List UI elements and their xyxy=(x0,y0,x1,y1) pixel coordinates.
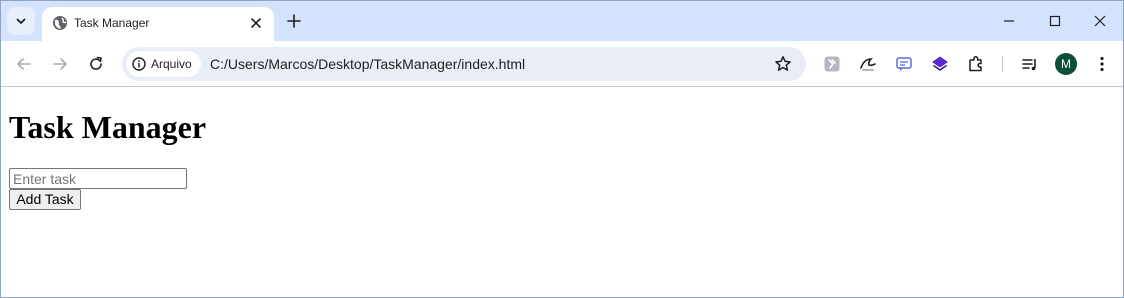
tab-title: Task Manager xyxy=(74,16,150,30)
minimize-icon xyxy=(1004,20,1014,22)
tab-search-button[interactable] xyxy=(7,7,35,35)
playlist-music-icon xyxy=(1022,59,1036,71)
extension-chat-icon xyxy=(896,57,912,71)
extensions-puzzle-icon xyxy=(969,55,982,72)
page-content: Task Manager Add Task xyxy=(1,88,1123,297)
url-text[interactable]: C:/Users/Marcos/Desktop/TaskManager/inde… xyxy=(210,56,525,72)
extension-chat-button[interactable] xyxy=(893,53,915,75)
add-task-button[interactable]: Add Task xyxy=(9,189,81,210)
back-button[interactable] xyxy=(10,50,38,78)
page-title: Task Manager xyxy=(9,109,207,145)
toolbar-divider xyxy=(1002,56,1003,72)
new-tab-button[interactable] xyxy=(282,10,306,32)
extensions-menu-button[interactable] xyxy=(965,53,987,75)
arrow-left-icon xyxy=(17,58,31,70)
tab-active[interactable]: Task Manager xyxy=(42,7,274,41)
close-window-button[interactable] xyxy=(1077,7,1123,35)
arrow-right-icon xyxy=(53,58,67,70)
maximize-icon xyxy=(1049,15,1061,27)
extension-layers-button[interactable] xyxy=(929,53,951,75)
profile-avatar[interactable]: M xyxy=(1055,53,1077,75)
address-bar[interactable]: Arquivo C:/Users/Marcos/Desktop/TaskMana… xyxy=(122,47,806,81)
extension-layers-icon xyxy=(932,56,948,71)
browser-window: Task Manager Arquivo C:/Users/Marcos/Des… xyxy=(0,0,1124,298)
plus-icon xyxy=(287,14,301,28)
close-icon xyxy=(251,18,261,28)
tab-close-button[interactable] xyxy=(246,13,266,33)
extension-wave-button[interactable] xyxy=(857,53,879,75)
minimize-button[interactable] xyxy=(986,7,1032,35)
extension-gray-icon xyxy=(824,56,840,72)
reload-button[interactable] xyxy=(82,50,110,78)
bookmark-button[interactable] xyxy=(772,53,794,75)
tab-strip: Task Manager xyxy=(1,1,1123,41)
extension-wave-icon xyxy=(860,58,876,71)
site-info-chip[interactable]: Arquivo xyxy=(126,51,201,77)
close-icon xyxy=(1094,15,1106,27)
media-controls-button[interactable] xyxy=(1019,53,1041,75)
info-icon xyxy=(132,57,146,71)
more-vertical-icon xyxy=(1100,56,1104,72)
browser-menu-button[interactable] xyxy=(1091,53,1113,75)
site-chip-label: Arquivo xyxy=(151,57,192,71)
browser-toolbar: Arquivo C:/Users/Marcos/Desktop/TaskMana… xyxy=(1,41,1123,87)
task-input[interactable] xyxy=(9,168,187,189)
star-icon xyxy=(775,56,791,71)
forward-button[interactable] xyxy=(46,50,74,78)
chevron-down-icon xyxy=(16,18,26,24)
maximize-button[interactable] xyxy=(1032,7,1078,35)
extension-gray-button[interactable] xyxy=(821,53,843,75)
globe-icon xyxy=(53,16,67,30)
reload-icon xyxy=(90,56,102,70)
